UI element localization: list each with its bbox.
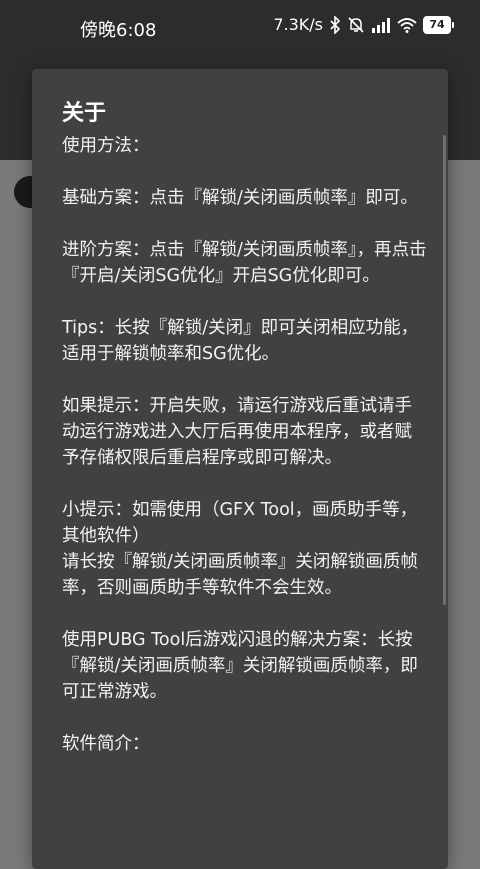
net-speed: 7.3K/s xyxy=(273,15,323,34)
battery-level: 74 xyxy=(423,15,451,34)
dialog-body-text: 使用方法： 基础方案：点击『解锁/关闭画质帧率』即可。 进阶方案：点击『解锁/关… xyxy=(62,136,427,754)
wifi-icon xyxy=(397,17,417,33)
mute-icon xyxy=(347,16,365,34)
status-bar: 傍晚6:08 7.3K/s 74 xyxy=(0,0,480,56)
dialog-title: 关于 xyxy=(62,101,107,126)
bluetooth-icon xyxy=(329,15,341,34)
status-icons: 7.3K/s 74 xyxy=(273,15,454,34)
dialog-scrollbar[interactable] xyxy=(443,135,446,605)
signal-icon xyxy=(371,17,391,33)
about-dialog: 关于 使用方法： 基础方案：点击『解锁/关闭画质帧率』即可。 进阶方案：点击『解… xyxy=(32,69,448,869)
battery-icon: 74 xyxy=(423,15,454,34)
status-time: 傍晚6:08 xyxy=(80,20,157,41)
